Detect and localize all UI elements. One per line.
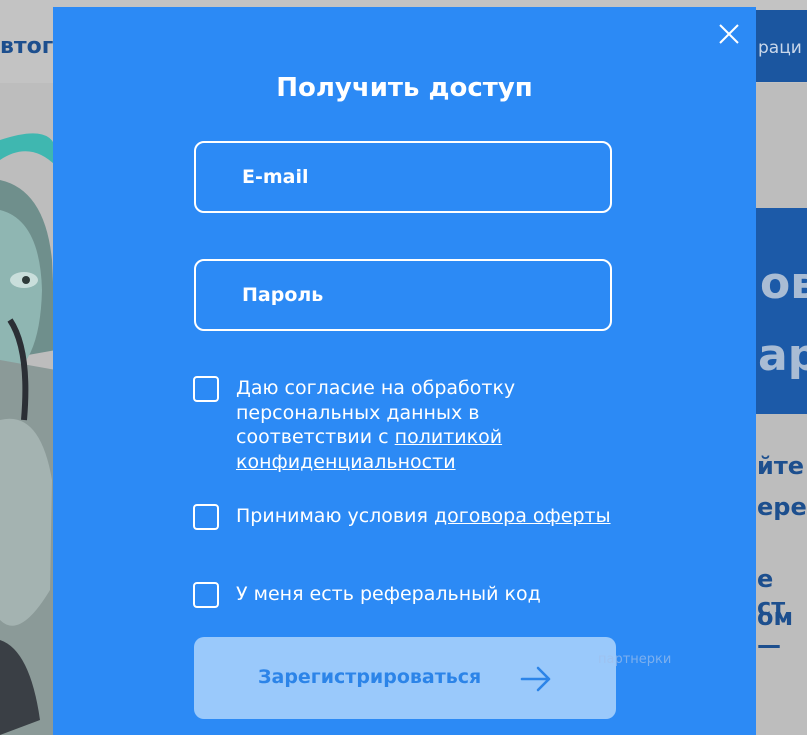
register-modal: Получить доступ Даю согласие на обработк… <box>53 7 756 735</box>
background-hero-text: ов <box>760 258 807 309</box>
consent-checkbox[interactable] <box>193 376 219 402</box>
background-nav-text: раци <box>758 38 802 58</box>
background-subtext: ереп <box>757 493 807 521</box>
email-field[interactable] <box>196 142 610 212</box>
register-button[interactable]: Зарегистрироваться <box>194 637 616 719</box>
background-subtext: ом — <box>757 603 794 659</box>
offer-label: Принимаю условия договора оферты <box>236 504 611 530</box>
referral-label: У меня есть реферальный код <box>236 583 541 605</box>
background-subtext: йте <box>757 452 805 480</box>
background-logo-text: втог <box>0 34 54 59</box>
referral-row: У меня есть реферальный код <box>193 582 613 608</box>
offer-text: Принимаю условия <box>236 505 434 527</box>
offer-contract-link[interactable]: договора оферты <box>434 505 611 527</box>
close-icon[interactable] <box>717 22 741 46</box>
referral-checkbox[interactable] <box>193 582 219 608</box>
email-field-wrapper <box>194 141 612 213</box>
arrow-right-icon <box>520 666 551 692</box>
password-field[interactable] <box>196 260 610 330</box>
offer-row: Принимаю условия договора оферты <box>193 504 613 530</box>
consent-label: Даю согласие на обработку персональных д… <box>236 376 613 474</box>
consent-row: Даю согласие на обработку персональных д… <box>193 376 613 474</box>
register-button-label: Зарегистрироваться <box>258 666 482 688</box>
watermark: партнерки <box>598 652 672 667</box>
offer-checkbox[interactable] <box>193 504 219 530</box>
background-hero-text: ар <box>758 330 807 381</box>
background-character-illustration <box>0 133 56 735</box>
password-field-wrapper <box>194 259 612 331</box>
background-banner <box>756 208 807 414</box>
modal-title: Получить доступ <box>276 73 533 103</box>
